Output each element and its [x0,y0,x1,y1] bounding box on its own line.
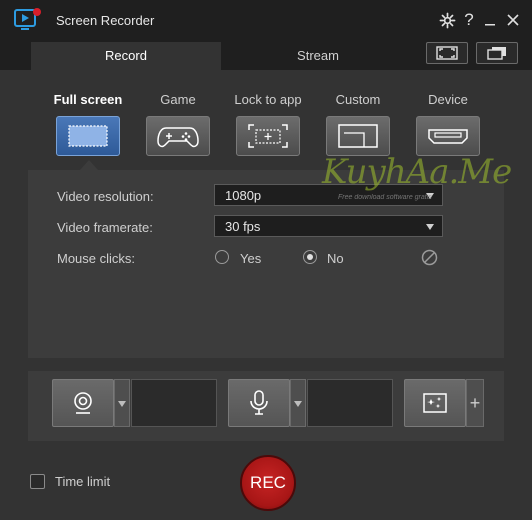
mode-custom[interactable]: Custom [318,92,398,108]
full-screen-icon [68,125,108,147]
video-framerate-value: 30 fps [225,219,261,234]
time-limit-label: Time limit [55,474,111,489]
mode-label-custom: Custom [335,92,381,107]
webcam-preview-field [131,379,217,427]
close-icon[interactable] [503,10,523,30]
mouse-clicks-yes-label: Yes [240,251,262,266]
full-view-icon [436,46,458,60]
disabled-icon [421,249,438,266]
effects-sparkle-icon [423,393,447,413]
webcam-dropdown-toggle[interactable] [114,379,130,427]
chevron-down-icon [426,193,434,199]
full-view-button[interactable] [426,42,468,64]
gamepad-icon [157,127,199,148]
effects-button[interactable] [404,379,466,427]
device-button[interactable] [416,116,480,156]
mode-label-full-screen: Full screen [53,92,123,107]
mouse-clicks-label: Mouse clicks: [57,251,136,266]
tab-stream[interactable]: Stream [223,42,413,70]
custom-button[interactable] [326,116,390,156]
mode-label-lock-to-app: Lock to app [234,92,302,107]
selected-mode-pointer [80,160,98,170]
help-icon[interactable]: ? [459,10,479,30]
full-screen-button[interactable] [56,116,120,156]
mode-label-game: Game [160,92,196,107]
mouse-clicks-yes-radio[interactable] [215,250,229,264]
video-resolution-label: Video resolution: [57,189,154,204]
webcam-button[interactable] [52,379,114,427]
app-logo-icon [14,8,41,30]
settings-gear-icon[interactable] [437,10,457,30]
mini-view-icon [487,47,506,60]
mode-label-device: Device [428,92,468,107]
minimize-icon[interactable] [480,10,500,30]
microphone-button[interactable] [228,379,290,427]
video-resolution-value: 1080p [225,188,262,203]
microphone-dropdown-toggle[interactable] [290,379,306,427]
mode-game[interactable]: Game [138,92,218,108]
window-title: Screen Recorder [56,13,155,28]
webcam-icon [74,392,92,414]
chevron-down-icon [426,224,434,230]
microphone-level-field [307,379,393,427]
lock-to-app-icon [248,124,288,148]
mouse-clicks-no-label: No [327,251,344,266]
microphone-icon [250,390,268,415]
tab-record[interactable]: Record [31,42,221,70]
mini-view-button[interactable] [476,42,518,64]
mode-full-screen[interactable]: Full screen [48,92,128,108]
time-limit-checkbox[interactable] [30,474,45,489]
mode-lock-to-app[interactable]: Lock to app [228,92,308,108]
mode-device[interactable]: Device [408,92,488,108]
video-framerate-dropdown[interactable]: 30 fps [214,215,443,237]
rec-button[interactable]: REC [240,455,296,511]
custom-region-icon [338,124,378,148]
hdmi-device-icon [428,129,468,144]
video-resolution-dropdown[interactable]: 1080p [214,184,443,206]
video-framerate-label: Video framerate: [57,220,153,235]
mouse-clicks-no-radio[interactable] [303,250,317,264]
game-button[interactable] [146,116,210,156]
lock-to-app-button[interactable] [236,116,300,156]
add-effect-button[interactable]: + [466,379,484,427]
